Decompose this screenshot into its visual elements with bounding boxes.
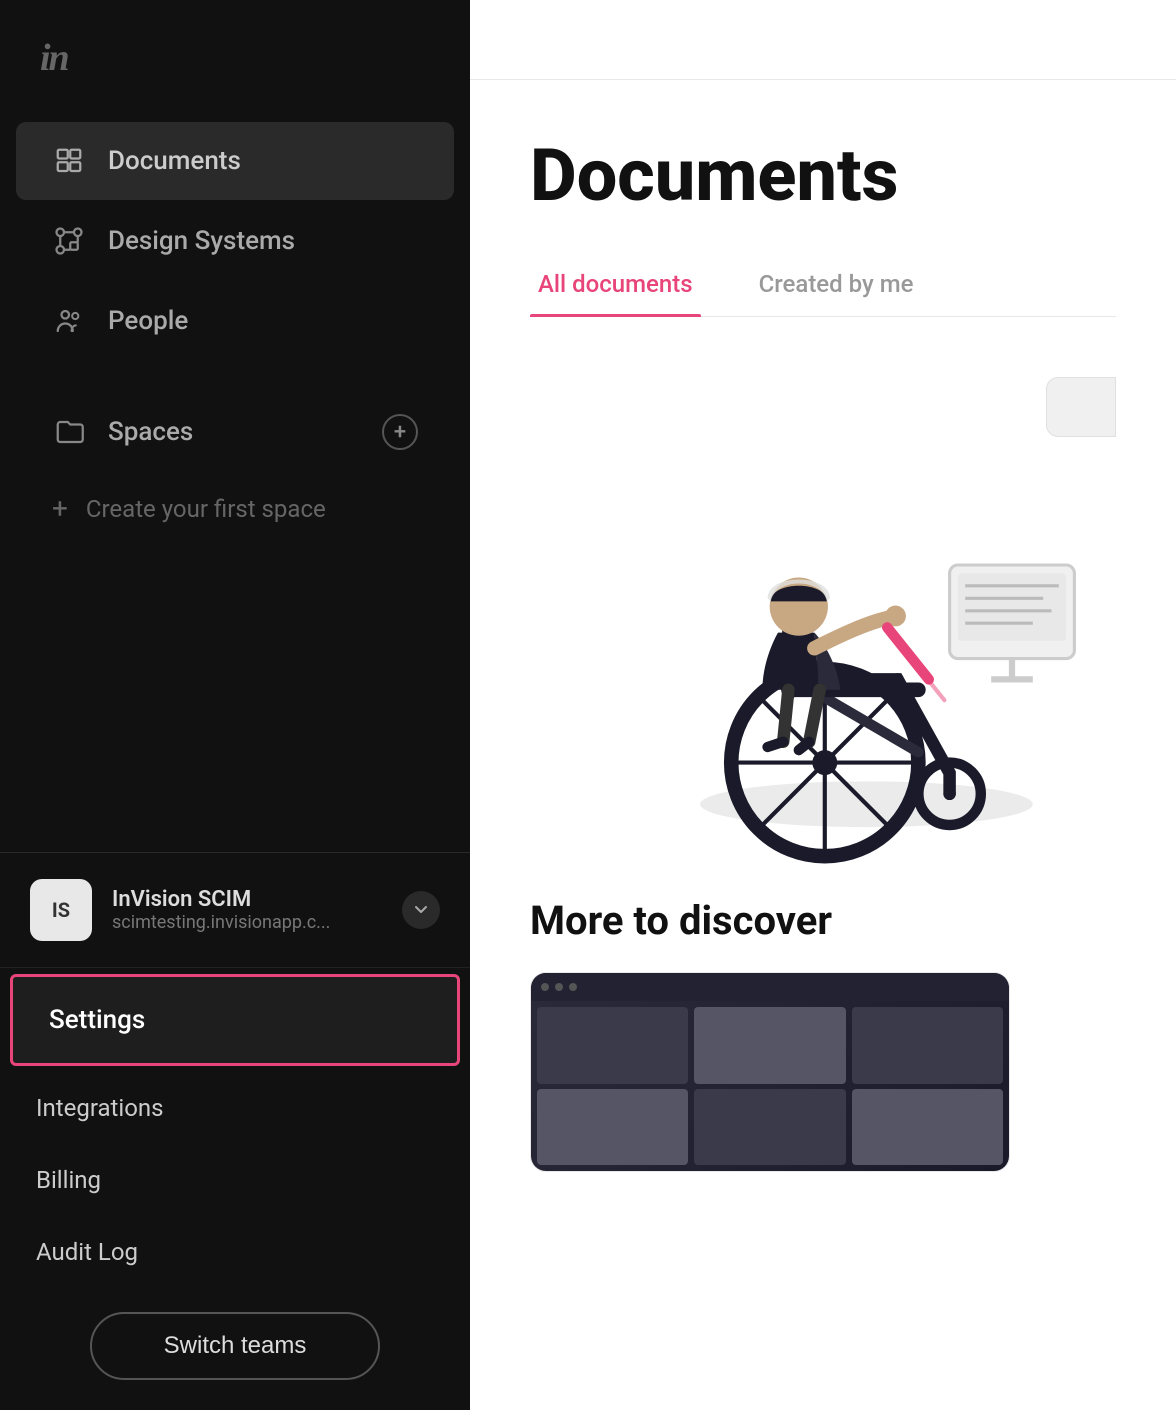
discover-card-inner — [531, 973, 1009, 1171]
discover-title: More to discover — [530, 897, 1116, 944]
tab-created-by-me[interactable]: Created by me — [751, 252, 922, 316]
card-thumb-5 — [852, 1007, 1003, 1084]
sidebar-item-design-systems[interactable]: Design Systems — [16, 202, 454, 280]
main-header — [470, 0, 1176, 80]
illustration-area — [530, 357, 1116, 877]
integrations-label: Integrations — [36, 1094, 164, 1122]
integrations-menu-item[interactable]: Integrations — [0, 1072, 470, 1144]
audit-log-label: Audit Log — [36, 1238, 138, 1266]
sidebar-item-design-systems-label: Design Systems — [108, 226, 295, 256]
switch-teams-label: Switch teams — [164, 1332, 307, 1360]
spaces-icon — [52, 415, 86, 449]
app-logo: in — [40, 36, 68, 80]
sidebar-nav: Documents Design Systems — [0, 110, 470, 852]
card-thumb-1 — [537, 1007, 688, 1084]
team-url: scimtesting.invisionapp.c... — [112, 912, 382, 933]
main-content: Documents All documents Created by me — [470, 0, 1176, 1410]
add-space-icon: + — [394, 420, 406, 445]
person-illustration — [596, 357, 1116, 877]
sidebar-item-people[interactable]: People — [16, 282, 454, 360]
card-col-2 — [694, 1007, 845, 1165]
card-thumb-2 — [537, 1089, 688, 1166]
card-thumb-6 — [852, 1089, 1003, 1166]
design-systems-icon — [52, 224, 86, 258]
settings-label: Settings — [49, 1005, 145, 1035]
settings-menu-item[interactable]: Settings — [10, 974, 460, 1066]
billing-menu-item[interactable]: Billing — [0, 1144, 470, 1216]
discover-section: More to discover — [530, 897, 1116, 1172]
card-mockup-top — [531, 973, 1009, 1001]
main-body: Documents All documents Created by me — [470, 80, 1176, 1410]
card-dot-3 — [569, 983, 577, 991]
team-selector[interactable]: IS InVision SCIM scimtesting.invisionapp… — [0, 853, 470, 968]
sidebar-item-documents[interactable]: Documents — [16, 122, 454, 200]
discover-card[interactable] — [530, 972, 1010, 1172]
page-title: Documents — [530, 140, 1116, 212]
card-thumb-3 — [694, 1007, 845, 1084]
team-info: InVision SCIM scimtesting.invisionapp.c.… — [112, 887, 382, 933]
card-col-3 — [852, 1007, 1003, 1165]
team-name: InVision SCIM — [112, 887, 382, 912]
sidebar: in Documents — [0, 0, 470, 1410]
logo-area: in — [0, 0, 470, 110]
add-space-button[interactable]: + — [382, 414, 418, 450]
audit-log-menu-item[interactable]: Audit Log — [0, 1216, 470, 1288]
create-first-space[interactable]: + Create your first space — [16, 474, 454, 543]
tab-all-documents[interactable]: All documents — [530, 252, 701, 316]
card-thumb-4 — [694, 1089, 845, 1166]
create-space-label: Create your first space — [86, 495, 326, 523]
sidebar-bottom: IS InVision SCIM scimtesting.invisionapp… — [0, 852, 470, 1410]
billing-label: Billing — [36, 1166, 101, 1194]
create-space-plus-icon: + — [52, 492, 68, 525]
switch-teams-button[interactable]: Switch teams — [90, 1312, 380, 1380]
sidebar-item-documents-label: Documents — [108, 146, 241, 176]
people-icon — [52, 304, 86, 338]
card-mockup-body — [531, 1001, 1009, 1171]
tabs: All documents Created by me — [530, 252, 1116, 317]
card-dot-2 — [555, 983, 563, 991]
chevron-down-icon[interactable] — [402, 891, 440, 929]
card-col-1 — [537, 1007, 688, 1165]
spaces-label: Spaces — [108, 417, 360, 447]
card-dot-1 — [541, 983, 549, 991]
team-avatar: IS — [30, 879, 92, 941]
sidebar-item-spaces[interactable]: Spaces + — [16, 392, 454, 472]
documents-icon — [52, 144, 86, 178]
sidebar-item-people-label: People — [108, 306, 188, 336]
